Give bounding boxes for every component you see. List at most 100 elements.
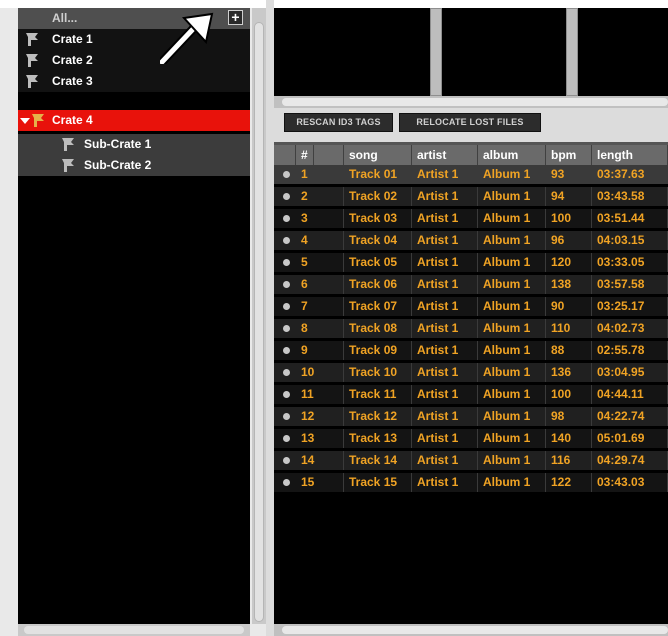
track-length-cell: 03:04.95 [592,363,668,382]
track-status-cell[interactable] [274,429,296,448]
crate-icon [32,114,44,127]
scrollbar-thumb[interactable] [24,626,244,634]
track-artist-cell: Artist 1 [412,341,478,360]
table-row[interactable]: 10 Track 10 Artist 1 Album 1 136 03:04.95 [274,363,668,382]
track-num-cell: 3 [296,209,344,228]
table-row[interactable]: 11 Track 11 Artist 1 Album 1 100 04:44.11 [274,385,668,404]
table-horizontal-scrollbar[interactable] [274,624,668,636]
preview-divider[interactable] [430,8,442,96]
table-row[interactable]: 6 Track 06 Artist 1 Album 1 138 03:57.58 [274,275,668,294]
crate-label: Crate 4 [52,113,93,127]
track-artist-cell: Artist 1 [412,275,478,294]
crate-item-crate-3[interactable]: Crate 3 [18,71,250,92]
crate-icon [62,159,74,172]
track-status-cell[interactable] [274,231,296,250]
track-status-cell[interactable] [274,363,296,382]
rescan-id3-tags-button[interactable]: RESCAN ID3 TAGS [284,113,393,132]
track-length-cell: 05:01.69 [592,429,668,448]
preview-horizontal-scrollbar[interactable] [274,96,668,108]
track-status-cell[interactable] [274,319,296,338]
table-row[interactable]: 13 Track 13 Artist 1 Album 1 140 05:01.69 [274,429,668,448]
table-row[interactable]: 14 Track 14 Artist 1 Album 1 116 04:29.74 [274,451,668,470]
crate-icon [26,54,38,67]
track-album-cell: Album 1 [478,473,546,492]
scrollbar-thumb[interactable] [282,626,668,634]
dot-icon [283,237,290,244]
track-status-cell[interactable] [274,473,296,492]
track-num-cell: 14 [296,451,344,470]
column-header-blank-2[interactable] [314,145,344,165]
track-album-cell: Album 1 [478,429,546,448]
track-album-cell: Album 1 [478,341,546,360]
track-song-cell: Track 02 [344,187,412,206]
crate-horizontal-scrollbar[interactable] [18,624,250,636]
column-header-blank[interactable] [274,145,296,165]
crate-label: Crate 1 [52,32,93,46]
track-status-cell[interactable] [274,275,296,294]
crate-vertical-scrollbar[interactable] [252,8,266,624]
track-length-cell: 02:55.78 [592,341,668,360]
relocate-lost-files-button[interactable]: RELOCATE LOST FILES [399,113,541,132]
track-status-cell[interactable] [274,165,296,184]
track-status-cell[interactable] [274,407,296,426]
table-row[interactable]: 5 Track 05 Artist 1 Album 1 120 03:33.05 [274,253,668,272]
track-num-cell: 11 [296,385,344,404]
track-num-cell: 10 [296,363,344,382]
column-header-bpm[interactable]: bpm [546,145,592,165]
scrollbar-thumb[interactable] [254,22,264,622]
track-bpm-cell: 96 [546,231,592,250]
track-bpm-cell: 90 [546,297,592,316]
panel-divider[interactable] [266,0,274,636]
track-album-cell: Album 1 [478,385,546,404]
track-bpm-cell: 110 [546,319,592,338]
table-row[interactable]: 1 Track 01 Artist 1 Album 1 93 03:37.63 [274,165,668,184]
table-row[interactable]: 4 Track 04 Artist 1 Album 1 96 04:03.15 [274,231,668,250]
track-length-cell: 03:51.44 [592,209,668,228]
track-bpm-cell: 88 [546,341,592,360]
track-album-cell: Album 1 [478,297,546,316]
track-song-cell: Track 01 [344,165,412,184]
track-status-cell[interactable] [274,253,296,272]
crate-label: Sub-Crate 2 [84,158,152,172]
track-status-cell[interactable] [274,341,296,360]
table-row[interactable]: 3 Track 03 Artist 1 Album 1 100 03:51.44 [274,209,668,228]
preview-divider[interactable] [566,8,578,96]
track-status-cell[interactable] [274,209,296,228]
crate-item-sub-crate-2[interactable]: Sub-Crate 2 [18,155,250,176]
table-row[interactable]: 2 Track 02 Artist 1 Album 1 94 03:43.58 [274,187,668,206]
table-row[interactable]: 8 Track 08 Artist 1 Album 1 110 04:02.73 [274,319,668,338]
table-row[interactable]: 15 Track 15 Artist 1 Album 1 122 03:43.03 [274,473,668,492]
column-header-number[interactable]: # [296,145,314,165]
crate-icon [26,75,38,88]
track-status-cell[interactable] [274,385,296,404]
scrollbar-thumb[interactable] [282,98,668,106]
track-artist-cell: Artist 1 [412,187,478,206]
column-header-album[interactable]: album [478,145,546,165]
preview-area [274,8,668,96]
dot-icon [283,413,290,420]
crate-all-label: All... [52,11,78,25]
column-header-artist[interactable]: artist [412,145,478,165]
table-row[interactable]: 7 Track 07 Artist 1 Album 1 90 03:25.17 [274,297,668,316]
add-crate-button[interactable]: + [228,10,243,25]
track-album-cell: Album 1 [478,275,546,294]
column-header-length[interactable]: length [592,145,668,165]
crate-item-sub-crate-1[interactable]: Sub-Crate 1 [18,134,250,155]
track-bpm-cell: 122 [546,473,592,492]
track-artist-cell: Artist 1 [412,429,478,448]
crate-item-crate-4[interactable]: Crate 4 [18,110,250,131]
table-row[interactable]: 9 Track 09 Artist 1 Album 1 88 02:55.78 [274,341,668,360]
table-row[interactable]: 12 Track 12 Artist 1 Album 1 98 04:22.74 [274,407,668,426]
track-status-cell[interactable] [274,187,296,206]
track-song-cell: Track 03 [344,209,412,228]
expand-arrow-icon[interactable] [20,118,30,124]
track-bpm-cell: 138 [546,275,592,294]
track-status-cell[interactable] [274,451,296,470]
library-toolbar: RESCAN ID3 TAGS RELOCATE LOST FILES [274,108,668,142]
track-status-cell[interactable] [274,297,296,316]
track-artist-cell: Artist 1 [412,319,478,338]
column-header-song[interactable]: song [344,145,412,165]
track-num-cell: 15 [296,473,344,492]
dot-icon [283,325,290,332]
track-album-cell: Album 1 [478,253,546,272]
